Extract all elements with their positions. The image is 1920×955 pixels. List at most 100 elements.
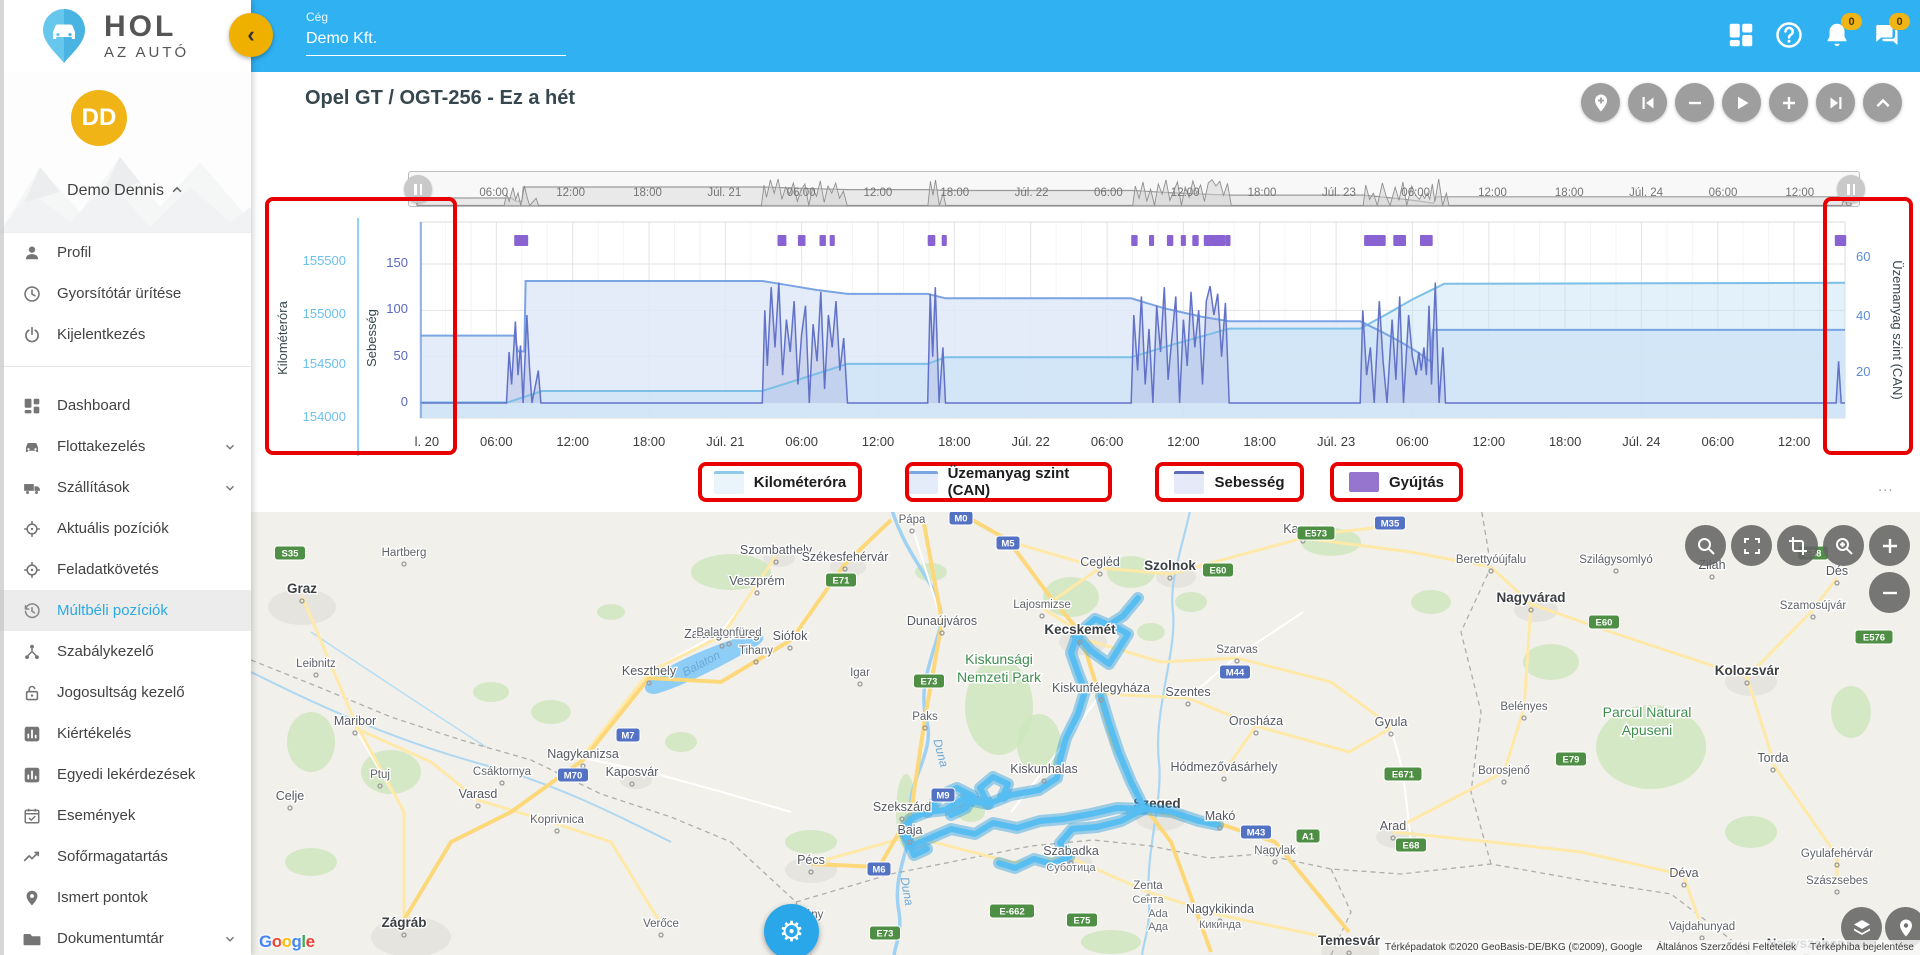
menu-item-label: Sofőrmagatartás xyxy=(57,848,168,865)
svg-text:E79: E79 xyxy=(1563,755,1580,766)
svg-text:12:00: 12:00 xyxy=(862,434,895,449)
sidebar-item-dokumentumt-r[interactable]: Dokumentumtár xyxy=(0,918,251,955)
svg-text:Ada: Ada xyxy=(1148,908,1168,920)
svg-text:E573: E573 xyxy=(1305,529,1327,540)
attribution-text-3[interactable]: Térképhiba bejelentése xyxy=(1810,942,1914,953)
menu-item-label: Jogosultság kezelő xyxy=(57,684,185,701)
svg-text:06:00: 06:00 xyxy=(480,434,513,449)
notifications-button[interactable]: 0 xyxy=(1822,20,1854,52)
svg-text:Torda: Torda xyxy=(1757,751,1788,765)
speed-tick: 100 xyxy=(352,301,408,316)
svg-text:06:00: 06:00 xyxy=(479,187,508,199)
map-canvas[interactable]: SzegedKiskunságiNemzeti ParkParcul Natur… xyxy=(251,512,1920,955)
user-menu-item-profil[interactable]: Profil xyxy=(0,232,251,273)
svg-text:18:00: 18:00 xyxy=(938,434,971,449)
attribution-text-2[interactable]: Általános Szerződési Feltételek xyxy=(1657,942,1797,953)
sidebar-item-szab-lykezel-[interactable]: Szabálykezelő xyxy=(0,631,251,672)
menu-item-label: Szállítások xyxy=(57,479,130,496)
add-position-button[interactable] xyxy=(1581,83,1620,122)
map-panel[interactable]: SzegedKiskunságiNemzeti ParkParcul Natur… xyxy=(251,512,1920,955)
map-crop-button[interactable] xyxy=(1777,525,1818,566)
odometer-tick: 154500 xyxy=(284,356,346,371)
svg-text:Baja: Baja xyxy=(897,823,922,837)
sidebar-item-esem-nyek[interactable]: Események xyxy=(0,795,251,836)
history-icon xyxy=(23,602,41,620)
map-settings-fab[interactable]: ⚙ xyxy=(764,904,819,955)
user-menu-item-gyors-t-t-r-r-t-se[interactable]: Gyorsítótár ürítése xyxy=(0,273,251,314)
svg-text:06:00: 06:00 xyxy=(1094,187,1123,199)
sidebar-item-ismert-pontok[interactable]: Ismert pontok xyxy=(0,877,251,918)
faster-button[interactable] xyxy=(1769,83,1808,122)
sidebar-collapse-button[interactable]: ‹ xyxy=(229,13,273,57)
svg-text:Hartberg: Hartberg xyxy=(382,547,427,559)
svg-text:Berettyóújfalu: Berettyóújfalu xyxy=(1456,554,1526,566)
svg-text:M5: M5 xyxy=(1001,539,1015,550)
map-zoom-in-button[interactable] xyxy=(1869,525,1910,566)
map-zoom-area-button[interactable] xyxy=(1823,525,1864,566)
user-area: DD Demo Dennis xyxy=(0,72,251,233)
sidebar-item-sz-ll-t-sok[interactable]: Szállítások xyxy=(0,467,251,508)
scrubber-handle-right[interactable] xyxy=(1837,175,1865,203)
svg-text:Hódmezővásárhely: Hódmezővásárhely xyxy=(1171,760,1279,774)
sidebar-item-feladatk-vet-s[interactable]: Feladatkövetés xyxy=(0,549,251,590)
svg-text:Koprivnica: Koprivnica xyxy=(530,814,584,826)
svg-text:E73: E73 xyxy=(877,929,894,940)
company-value[interactable]: Demo Kft. xyxy=(306,30,566,56)
skip-end-button[interactable] xyxy=(1816,83,1855,122)
sidebar-scrollbar[interactable] xyxy=(0,0,4,955)
user-name[interactable]: Demo Dennis xyxy=(0,182,251,200)
sidebar-item-sof-rmagatart-s[interactable]: Sofőrmagatartás xyxy=(0,836,251,877)
sidebar-item-flottakezel-s[interactable]: Flottakezelés xyxy=(0,426,251,467)
apps-button[interactable] xyxy=(1726,20,1758,52)
help-button[interactable] xyxy=(1774,20,1806,52)
attribution-text-1: Térképadatok ©2020 GeoBasis-DE/BKG (©200… xyxy=(1385,942,1643,953)
svg-text:06:00: 06:00 xyxy=(1396,434,1429,449)
map-search-button[interactable] xyxy=(1685,525,1726,566)
vehicle-chart[interactable]: Júl. 2006:0012:0018:00Júl. 2106:0012:001… xyxy=(415,215,1851,455)
sidebar-item-jogosults-g-kezel-[interactable]: Jogosultság kezelő xyxy=(0,672,251,713)
logo-area: HOL AZ AUTÓ xyxy=(0,0,251,72)
menu-item-label: Aktuális pozíciók xyxy=(57,520,169,537)
svg-text:E71: E71 xyxy=(833,576,851,587)
avatar[interactable]: DD xyxy=(71,90,127,146)
messages-button[interactable]: 0 xyxy=(1870,20,1902,52)
map-zoom-out-button[interactable] xyxy=(1869,572,1910,613)
svg-text:Apuseni: Apuseni xyxy=(1622,722,1673,738)
menu-item-label: Dokumentumtár xyxy=(57,930,164,947)
sidebar-item-aktu-lis-poz-ci-k[interactable]: Aktuális pozíciók xyxy=(0,508,251,549)
scrubber-handle-left[interactable] xyxy=(404,175,432,203)
collapse-chart-button[interactable] xyxy=(1863,83,1902,122)
logo-text: HOL AZ AUTÓ xyxy=(104,12,189,60)
sidebar-item-m-ltb-li-poz-ci-k[interactable]: Múltbéli pozíciók xyxy=(0,590,251,631)
svg-text:Szarvas: Szarvas xyxy=(1216,644,1258,656)
legend-item-1[interactable]: Kilométeróra xyxy=(698,462,862,502)
menu-item-label: Szabálykezelő xyxy=(57,643,154,660)
lock-icon xyxy=(23,684,41,702)
sidebar-item-egyedi-lek-rdez-sek[interactable]: Egyedi lekérdezések xyxy=(0,754,251,795)
svg-text:Júl. 23: Júl. 23 xyxy=(1317,434,1355,449)
skip-start-button[interactable] xyxy=(1628,83,1667,122)
map-fullscreen-button[interactable] xyxy=(1731,525,1772,566)
svg-text:12:00: 12:00 xyxy=(556,187,585,199)
svg-text:18:00: 18:00 xyxy=(1243,434,1276,449)
user-menu-item-kijelentkez-s[interactable]: Kijelentkezés xyxy=(0,314,251,355)
svg-text:Nagykikinda: Nagykikinda xyxy=(1186,902,1254,916)
more-options-button[interactable]: ... xyxy=(1878,478,1894,495)
sidebar-item-ki-rt-kel-s[interactable]: Kiértékelés xyxy=(0,713,251,754)
slower-button[interactable] xyxy=(1675,83,1714,122)
legend-item-3[interactable]: Sebesség xyxy=(1155,462,1304,502)
menu-item-label: Gyorsítótár ürítése xyxy=(57,285,181,302)
legend-item-2[interactable]: Üzemanyag szint (CAN) xyxy=(905,462,1112,502)
play-button[interactable] xyxy=(1722,83,1761,122)
company-field[interactable]: Cég Demo Kft. xyxy=(306,10,566,56)
playback-controls xyxy=(1581,83,1902,122)
legend-label: Sebesség xyxy=(1214,474,1284,491)
legend-item-4[interactable]: Gyújtás xyxy=(1330,462,1463,502)
svg-text:Суботица: Суботица xyxy=(1046,862,1096,874)
badge: 0 xyxy=(1841,13,1862,30)
sidebar-item-dashboard[interactable]: Dashboard xyxy=(0,385,251,426)
clock-icon xyxy=(23,285,41,303)
crosshair-icon xyxy=(23,520,41,538)
svg-text:Pápa: Pápa xyxy=(899,514,926,526)
time-range-scrubber[interactable]: 06:0012:0018:00Júl. 2106:0012:0018:00Júl… xyxy=(408,171,1860,207)
